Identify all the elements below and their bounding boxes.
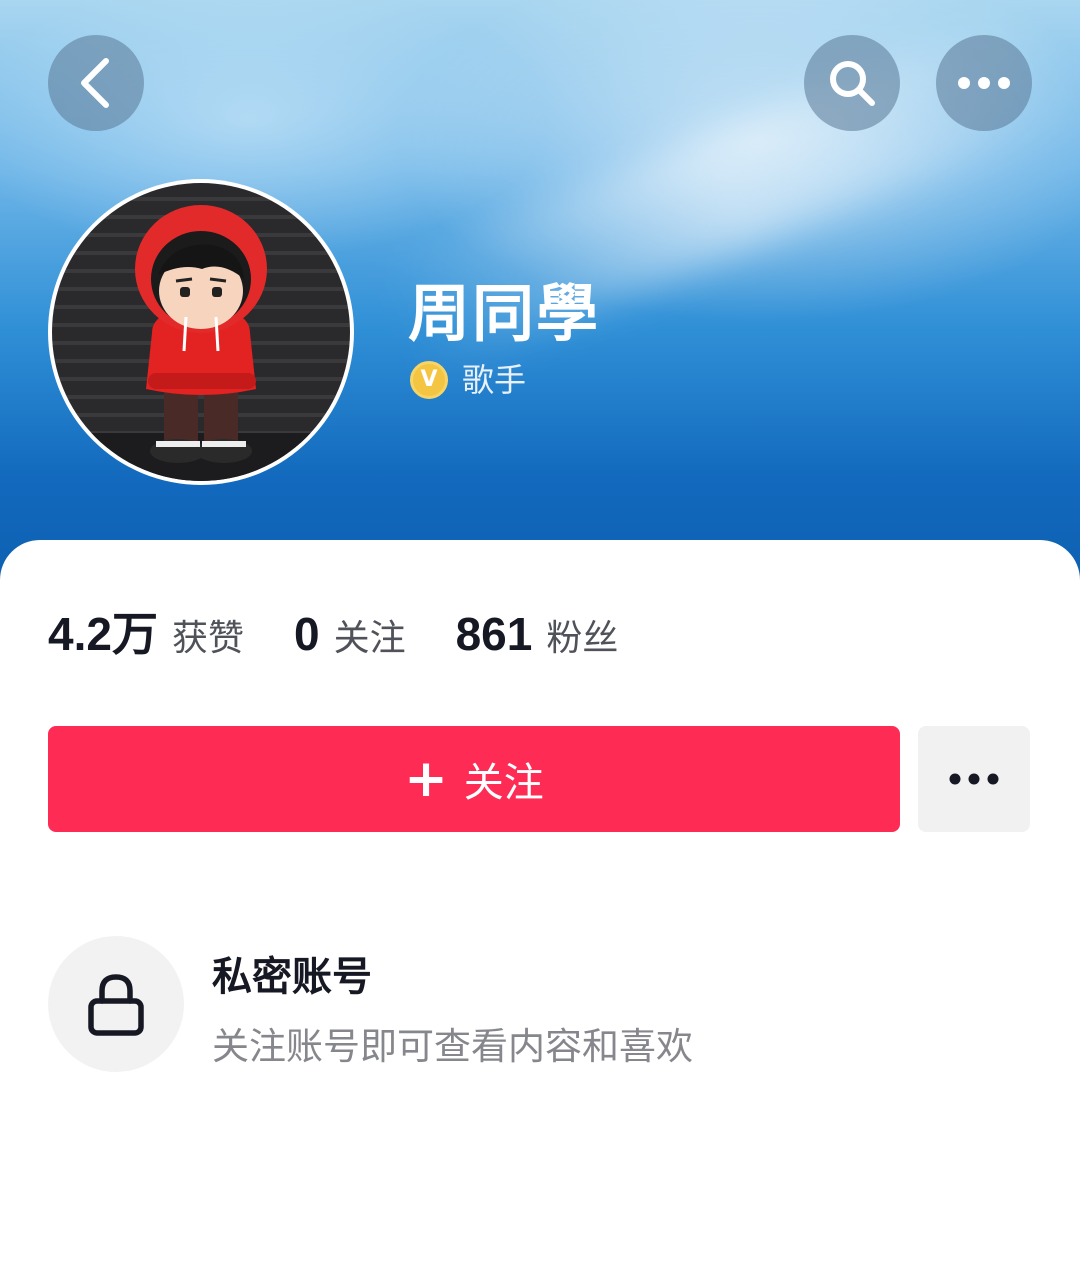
- avatar-image: [52, 183, 350, 481]
- verified-badge-row: V 歌手: [410, 360, 526, 400]
- verified-badge-label: 歌手: [462, 361, 527, 399]
- stat-likes-label: 获赞: [171, 618, 244, 659]
- private-account-lock: [48, 936, 184, 1072]
- private-account-title: 私密账号: [212, 954, 372, 1000]
- search-button[interactable]: [804, 35, 900, 131]
- profile-stats: 4.2万 获赞 0 关注 861 粉丝: [48, 598, 668, 664]
- back-button[interactable]: [48, 35, 144, 131]
- stat-following-label: 关注: [333, 618, 406, 659]
- private-account-description: 关注账号即可查看内容和喜欢: [212, 1025, 693, 1068]
- profile-more-button[interactable]: [918, 726, 1030, 832]
- stat-following-value: 0: [293, 608, 320, 660]
- lock-icon: [88, 974, 144, 1036]
- chevron-left-icon: [81, 58, 109, 108]
- ellipsis-icon: [958, 77, 1010, 89]
- stat-followers[interactable]: 861 粉丝: [456, 607, 619, 661]
- stat-followers-label: 粉丝: [546, 618, 619, 659]
- stat-followers-value: 861: [455, 608, 533, 660]
- more-options-button[interactable]: [936, 35, 1032, 131]
- plus-icon: +: [404, 749, 448, 809]
- follow-button[interactable]: + 关注: [48, 726, 900, 832]
- stat-likes-value: 4.2万: [48, 608, 158, 660]
- verified-badge-icon: V: [410, 361, 448, 399]
- follow-button-label: 关注: [463, 760, 544, 806]
- stat-following[interactable]: 0 关注: [294, 607, 406, 661]
- stat-likes[interactable]: 4.2万 获赞: [48, 598, 244, 664]
- verified-badge-letter: V: [420, 367, 438, 392]
- red-hoodie-figure-icon: [52, 205, 350, 481]
- profile-name: 周同學: [408, 277, 601, 350]
- avatar[interactable]: [48, 179, 354, 485]
- search-icon: [830, 61, 875, 106]
- ellipsis-icon: [949, 773, 999, 785]
